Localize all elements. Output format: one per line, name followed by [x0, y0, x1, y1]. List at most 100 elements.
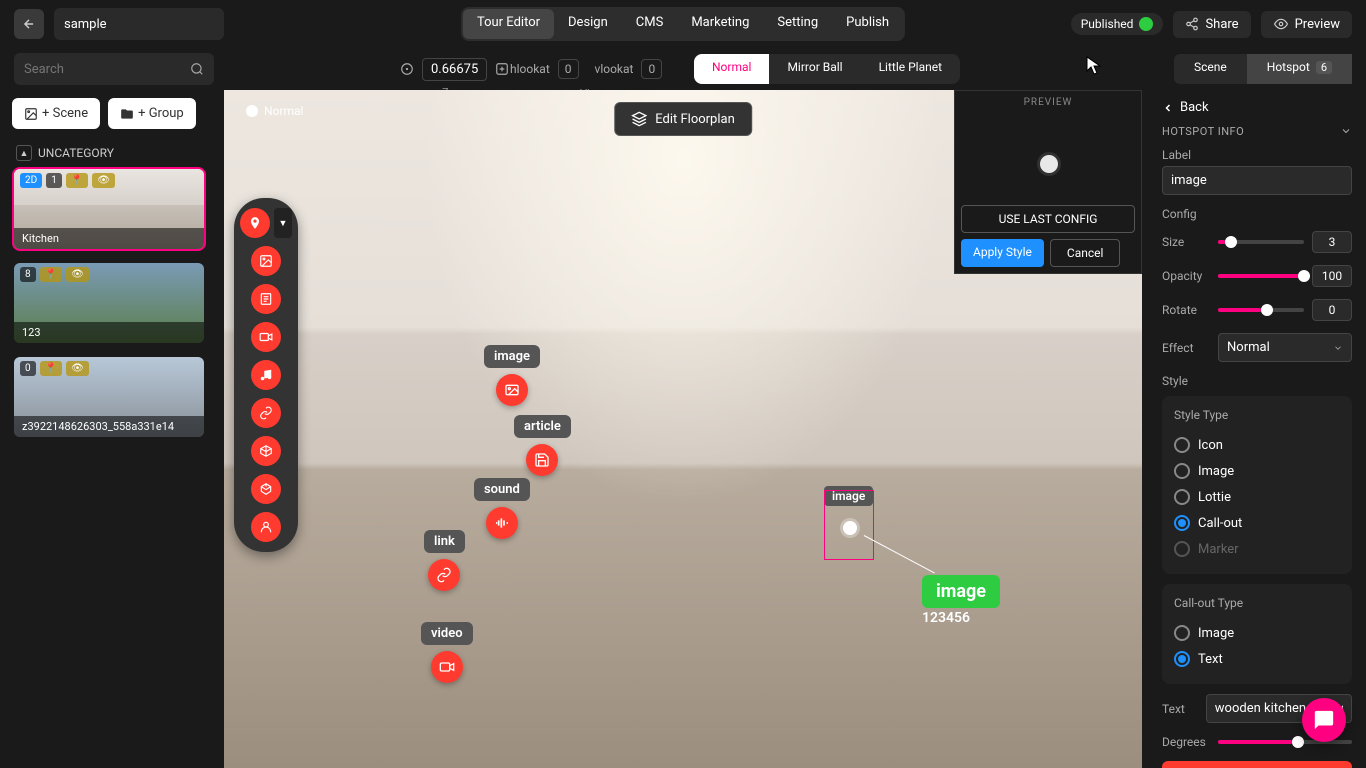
- tab-marketing[interactable]: Marketing: [677, 9, 763, 39]
- apply-style-button[interactable]: Apply Style: [961, 239, 1044, 267]
- preview-dot-icon: [1040, 155, 1058, 173]
- hotspot-link[interactable]: link: [424, 530, 465, 591]
- hotspot-image[interactable]: image: [484, 345, 540, 406]
- back-button[interactable]: [14, 9, 44, 39]
- video-icon: [431, 651, 463, 683]
- tab-cms[interactable]: CMS: [622, 9, 678, 39]
- tool-link[interactable]: [251, 398, 281, 428]
- tool-avatar[interactable]: [251, 512, 281, 542]
- pin-icon: 📍: [40, 361, 62, 376]
- scene-name: z3922148626303_558a331e14: [14, 416, 204, 437]
- eye-icon: 👁: [66, 267, 89, 282]
- hotspot-sound[interactable]: sound: [474, 478, 530, 539]
- hlookat-value[interactable]: 0: [558, 59, 579, 79]
- rotate-value[interactable]: 0: [1312, 299, 1352, 321]
- use-last-config-button[interactable]: USE LAST CONFIG: [961, 205, 1135, 233]
- preview-panel: PREVIEW USE LAST CONFIG Apply Style Canc…: [954, 90, 1142, 274]
- label-input[interactable]: [1162, 166, 1352, 195]
- edit-floorplan-button[interactable]: Edit Floorplan: [614, 102, 752, 136]
- tool-video[interactable]: [251, 322, 281, 352]
- add-scene-button[interactable]: + Scene: [12, 98, 100, 129]
- image-icon: [496, 374, 528, 406]
- pin-icon: 📍: [66, 173, 88, 188]
- mode-hotspot[interactable]: Hotspot6: [1247, 54, 1352, 84]
- sound-wave-icon: [486, 507, 518, 539]
- radio-icon[interactable]: Icon: [1174, 432, 1340, 458]
- tool-pin-dropdown[interactable]: ▼: [274, 208, 292, 238]
- hotspot-count-badge: 6: [1316, 61, 1332, 74]
- callout-text: image: [922, 575, 1000, 608]
- opacity-slider[interactable]: [1218, 274, 1304, 278]
- projection-tabs: Normal Mirror Ball Little Planet Project…: [694, 54, 960, 84]
- hotspot-article[interactable]: article: [514, 415, 571, 476]
- delete-hotspot-button[interactable]: Delete Hotspot: [1162, 761, 1352, 768]
- search-icon: [190, 62, 204, 76]
- degrees-slider[interactable]: [1218, 740, 1352, 744]
- scene-card-kitchen[interactable]: 2D1📍👁 Kitchen: [12, 167, 206, 251]
- tool-image[interactable]: [251, 246, 281, 276]
- pin-icon: 📍: [40, 267, 62, 282]
- radio-image[interactable]: Image: [1174, 458, 1340, 484]
- size-slider[interactable]: [1218, 240, 1304, 244]
- radio-callout-image[interactable]: Image: [1174, 620, 1340, 646]
- preview-button[interactable]: Preview: [1261, 11, 1352, 38]
- chevron-up-icon: ▲: [16, 145, 32, 161]
- tab-design[interactable]: Design: [554, 9, 622, 39]
- hotspot-video[interactable]: video: [421, 622, 473, 683]
- radio-lottie[interactable]: Lottie: [1174, 484, 1340, 510]
- callout-bbox[interactable]: [824, 490, 874, 560]
- tool-sound[interactable]: [251, 360, 281, 390]
- zoom-value[interactable]: 0.66675: [422, 58, 487, 81]
- tool-article[interactable]: [251, 284, 281, 314]
- viewport[interactable]: Normal Edit Floorplan ▼ image article so…: [224, 90, 1142, 768]
- hotspot-info-header: HOTSPOT INFO: [1162, 125, 1244, 138]
- hotspot-callout[interactable]: image image 123456: [824, 490, 874, 560]
- cancel-button[interactable]: Cancel: [1050, 239, 1121, 267]
- proj-mirror[interactable]: Mirror Ball: [769, 54, 860, 84]
- tool-product[interactable]: [251, 474, 281, 504]
- published-badge[interactable]: Published: [1071, 13, 1164, 35]
- opacity-value[interactable]: 100: [1312, 265, 1352, 287]
- mode-scene[interactable]: Scene: [1174, 54, 1247, 84]
- zoom-plus-icon[interactable]: [495, 62, 509, 76]
- project-name[interactable]: sample: [54, 8, 224, 40]
- vlookat-value[interactable]: 0: [641, 59, 662, 79]
- main-tabs: Tour Editor Design CMS Marketing Setting…: [461, 7, 905, 41]
- uncategory-header[interactable]: ▲UNCATEGORY: [12, 139, 206, 167]
- chat-fab[interactable]: [1302, 698, 1346, 742]
- tool-pin[interactable]: [240, 208, 270, 238]
- scene-card-123[interactable]: 8📍👁 123: [12, 261, 206, 345]
- link-icon: [428, 559, 460, 591]
- scene-name: Kitchen: [14, 228, 204, 249]
- search-input[interactable]: [14, 53, 214, 85]
- eye-icon: 👁: [92, 173, 115, 188]
- radio-marker: Marker: [1174, 536, 1340, 562]
- sidebar: + Scene + Group ▲UNCATEGORY 2D1📍👁 Kitche…: [0, 90, 218, 768]
- scene-name: 123: [14, 322, 204, 343]
- published-dot-icon: [1139, 17, 1153, 31]
- callout-dot-icon: [843, 521, 857, 535]
- tool-column: ▼: [234, 198, 298, 552]
- share-button[interactable]: Share: [1173, 11, 1250, 38]
- tool-3d[interactable]: [251, 436, 281, 466]
- radio-callout[interactable]: Call-out: [1174, 510, 1340, 536]
- normal-badge: Normal: [246, 104, 303, 118]
- add-group-button[interactable]: + Group: [108, 98, 196, 129]
- back-link[interactable]: Back: [1162, 100, 1352, 115]
- chevron-down-icon[interactable]: [1340, 125, 1352, 137]
- badge-2d: 2D: [20, 173, 42, 188]
- radio-callout-text[interactable]: Text: [1174, 646, 1340, 672]
- rotate-slider[interactable]: [1218, 308, 1304, 312]
- proj-normal[interactable]: Normal: [694, 54, 769, 84]
- right-panel: Back HOTSPOT INFO Label Config Size3 Opa…: [1148, 90, 1366, 768]
- scene-card-z39[interactable]: 0📍👁 z3922148626303_558a331e14: [12, 355, 206, 439]
- tab-setting[interactable]: Setting: [763, 9, 832, 39]
- tab-publish[interactable]: Publish: [832, 9, 903, 39]
- callout-number: 123456: [922, 610, 970, 626]
- effect-select[interactable]: Normal: [1218, 333, 1352, 362]
- save-icon: [526, 444, 558, 476]
- size-value[interactable]: 3: [1312, 231, 1352, 253]
- proj-planet[interactable]: Little Planet: [861, 54, 960, 84]
- tab-tour-editor[interactable]: Tour Editor: [463, 9, 554, 39]
- zoom-target-icon[interactable]: [400, 62, 414, 76]
